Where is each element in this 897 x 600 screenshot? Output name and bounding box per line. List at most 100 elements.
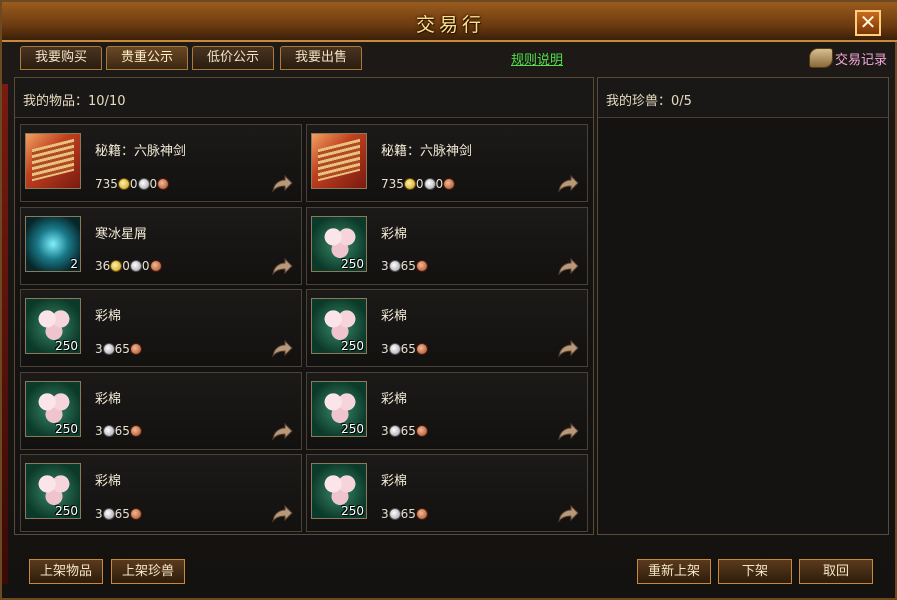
book-icon[interactable] [25, 133, 81, 189]
copper-amount: 65 [114, 506, 130, 521]
cotton-flower-icon[interactable]: 250 [25, 298, 81, 354]
gold-amount: 735 [95, 176, 118, 191]
item-slot[interactable]: 250 彩棉 3 65 [306, 206, 588, 285]
transfer-arrow-icon[interactable] [271, 422, 293, 441]
cotton-flower-icon[interactable]: 250 [25, 463, 81, 519]
cotton-flower-icon[interactable]: 250 [311, 380, 367, 437]
silver-amount: 3 [381, 259, 389, 273]
scroll-icon [809, 48, 833, 68]
copper-amount: 0 [141, 259, 150, 273]
copper-amount: 0 [435, 176, 444, 191]
transfer-arrow-icon[interactable] [271, 339, 293, 358]
item-slot[interactable]: 250 彩棉 3 65 [306, 289, 588, 367]
silver-coin-icon [388, 260, 401, 272]
item-quantity: 250 [341, 256, 364, 271]
close-icon: ✕ [859, 10, 877, 34]
item-slot[interactable]: 250 彩棉 3 65 [20, 454, 302, 532]
title-bar: 交易行 ✕ [2, 2, 897, 42]
silver-coin-icon [388, 507, 401, 520]
item-slot[interactable]: 250 彩棉 3 65 [306, 454, 588, 532]
transfer-arrow-icon[interactable] [557, 174, 579, 193]
copper-coin-icon [157, 177, 170, 190]
trade-record-label: 交易记录 [835, 53, 888, 68]
item-slot[interactable]: 250 彩棉 3 65 [20, 289, 302, 367]
my-items-count: 10/10 [88, 94, 126, 109]
gold-amount: 735 [381, 176, 404, 191]
silver-amount: 3 [381, 424, 389, 438]
item-price: 735 0 0 [381, 176, 456, 192]
silver-amount: 0 [122, 259, 130, 273]
item-price: 36 0 0 [95, 259, 162, 275]
item-quantity: 250 [55, 504, 78, 518]
my-items-header: 我的物品：10/10 [15, 78, 593, 118]
copper-coin-icon [443, 177, 456, 190]
silver-coin-icon [423, 177, 436, 190]
relist-button[interactable]: 重新上架 [637, 559, 711, 584]
item-name: 彩棉 [381, 309, 408, 324]
silver-coin-icon [388, 342, 401, 355]
cotton-flower-icon[interactable]: 250 [311, 215, 367, 272]
my-items-label: 我的物品： [23, 94, 89, 109]
cotton-flower-icon[interactable]: 250 [25, 380, 81, 437]
unlist-button[interactable]: 下架 [718, 559, 792, 584]
book-icon[interactable] [311, 133, 367, 189]
copper-coin-icon [149, 260, 162, 272]
tab-sell[interactable]: 我要出售 [280, 46, 362, 70]
item-slot[interactable]: 秘籍：六脉神剑 735 0 0 [20, 124, 302, 202]
trade-record-button[interactable]: 交易记录 [809, 46, 887, 70]
transfer-arrow-icon[interactable] [557, 422, 579, 441]
item-name: 秘籍：六脉神剑 [95, 144, 187, 159]
item-price: 3 65 [95, 341, 142, 357]
item-name: 秘籍：六脉神剑 [381, 144, 473, 159]
gold-coin-icon [403, 177, 416, 190]
my-pets-count: 0/5 [671, 94, 692, 109]
item-name: 彩棉 [381, 474, 408, 489]
transfer-arrow-icon[interactable] [271, 257, 293, 276]
silver-amount: 3 [381, 506, 389, 521]
transfer-arrow-icon[interactable] [557, 257, 579, 276]
my-pets-label: 我的珍兽： [606, 94, 672, 109]
copper-coin-icon [129, 342, 142, 355]
transfer-arrow-icon[interactable] [557, 339, 579, 358]
silver-coin-icon [129, 260, 142, 272]
transfer-arrow-icon[interactable] [557, 504, 579, 523]
item-slot[interactable]: 250 彩棉 3 65 [306, 371, 588, 450]
copper-amount: 65 [114, 424, 130, 438]
item-slot[interactable]: 2 寒冰星屑 36 0 0 [20, 206, 302, 285]
tab-valuable-notice[interactable]: 贵重公示 [106, 46, 188, 70]
list-item-button[interactable]: 上架物品 [29, 559, 103, 584]
my-pets-panel: 我的珍兽：0/5 [597, 77, 889, 535]
copper-coin-icon [415, 507, 428, 520]
silver-coin-icon [102, 507, 115, 520]
trade-window: 交易行 ✕ 我要购买 贵重公示 低价公示 我要出售 规则说明 交易记录 我的物品… [0, 0, 897, 600]
item-slot[interactable]: 秘籍：六脉神剑 735 0 0 [306, 124, 588, 202]
cotton-flower-icon[interactable]: 250 [311, 298, 367, 354]
item-price: 3 65 [381, 341, 428, 357]
list-pet-button[interactable]: 上架珍兽 [111, 559, 185, 584]
item-slot[interactable]: 250 彩棉 3 65 [20, 371, 302, 450]
rules-link[interactable]: 规则说明 [511, 49, 563, 68]
ice-shard-icon[interactable]: 2 [25, 215, 81, 272]
copper-amount: 65 [400, 341, 416, 356]
copper-amount: 0 [149, 176, 158, 191]
cancel-button[interactable]: 取回 [799, 559, 873, 584]
window-title: 交易行 [415, 14, 485, 36]
my-pets-heading: 我的珍兽：0/5 [606, 90, 692, 109]
item-name: 彩棉 [95, 474, 122, 489]
close-button[interactable]: ✕ [855, 10, 881, 36]
tab-buy[interactable]: 我要购买 [20, 46, 102, 70]
copper-amount: 65 [400, 424, 416, 438]
cotton-flower-icon[interactable]: 250 [311, 463, 367, 519]
copper-coin-icon [415, 260, 428, 272]
silver-amount: 3 [95, 424, 103, 438]
item-price: 3 65 [381, 506, 428, 522]
copper-coin-icon [129, 425, 142, 437]
transfer-arrow-icon[interactable] [271, 174, 293, 193]
copper-coin-icon [415, 425, 428, 437]
silver-amount: 3 [95, 506, 103, 521]
tab-low-price-notice[interactable]: 低价公示 [192, 46, 274, 70]
item-price: 3 65 [381, 424, 428, 440]
copper-amount: 65 [400, 259, 416, 273]
transfer-arrow-icon[interactable] [271, 504, 293, 523]
copper-coin-icon [415, 342, 428, 355]
